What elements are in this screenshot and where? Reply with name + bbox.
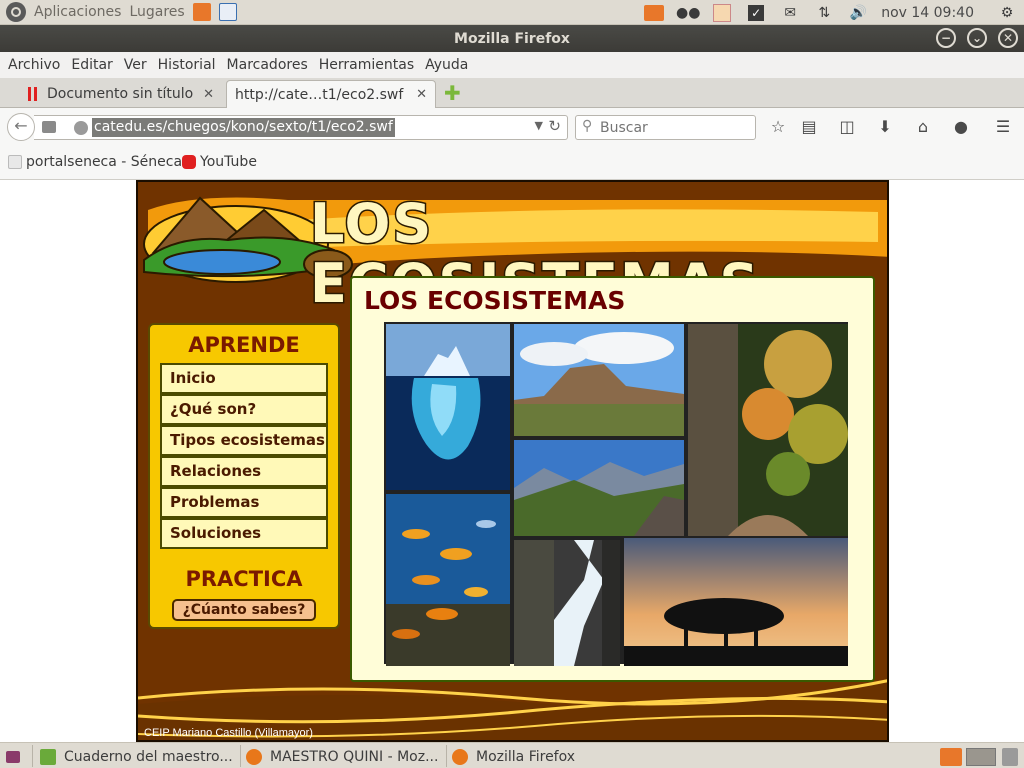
trash-icon[interactable] — [1002, 747, 1018, 767]
taskbar-maestro-quini[interactable]: MAESTRO QUINI - Moz... — [246, 747, 438, 767]
home-icon[interactable]: ⌂ — [913, 117, 933, 137]
tab-documento[interactable]: Documento sin título ✕ — [22, 80, 222, 108]
youtube-logo-icon — [182, 155, 196, 169]
ubuntu-logo-icon[interactable] — [6, 2, 26, 22]
bookmark-label: portalseneca - Séneca — [26, 154, 183, 170]
search-box[interactable]: ⚲ — [575, 115, 756, 140]
menu-historial[interactable]: Historial — [158, 57, 216, 73]
navigation-panel: APRENDE Inicio ¿Qué son? Tipos ecosistem… — [148, 323, 340, 629]
taskbar: Cuaderno del maestro... MAESTRO QUINI - … — [0, 742, 1024, 768]
mail-tray-icon[interactable]: ✉ — [779, 4, 801, 22]
aprende-heading: APRENDE — [188, 333, 300, 357]
bookmark-star-icon[interactable]: ☆ — [768, 117, 788, 137]
close-window-icon[interactable]: ✕ — [998, 28, 1018, 48]
power-gear-icon[interactable]: ⚙ — [996, 4, 1018, 22]
bookmark-label: YouTube — [200, 154, 257, 170]
taskbar-cuaderno[interactable]: Cuaderno del maestro... — [40, 747, 233, 767]
volume-tray-icon[interactable]: 🔊 — [847, 4, 869, 22]
menu-marcadores[interactable]: Marcadores — [227, 57, 308, 73]
search-icon: ⚲ — [582, 118, 593, 134]
menu-ver[interactable]: Ver — [124, 57, 147, 73]
close-tab-icon[interactable]: ✕ — [416, 87, 427, 102]
clock[interactable]: nov 14 09:40 — [881, 5, 974, 21]
firefox-menubar: Archivo Editar Ver Historial Marcadores … — [0, 52, 1024, 78]
clipboard-tray-icon[interactable] — [711, 3, 733, 22]
task-label: MAESTRO QUINI - Moz... — [270, 749, 439, 765]
savanna-sunset-photo — [624, 538, 848, 666]
photo-collage — [384, 322, 848, 666]
forest-photo — [688, 324, 848, 536]
places-menu[interactable]: Lugares — [129, 4, 184, 20]
waterfall-photo — [514, 540, 620, 666]
new-tab-plus-icon[interactable]: ✚ — [444, 83, 461, 103]
page-title: LOS ECOSISTEMAS — [364, 286, 626, 315]
firefox-icon — [452, 749, 468, 765]
search-input[interactable] — [600, 118, 750, 137]
maximize-icon[interactable]: ⌄ — [967, 28, 987, 48]
tab-groups-icon[interactable] — [42, 121, 56, 133]
taskbar-mozilla-firefox[interactable]: Mozilla Firefox — [452, 747, 575, 767]
main-panel: LOS ECOSISTEMAS — [350, 276, 875, 682]
files-tray-icon[interactable] — [643, 4, 665, 22]
task-label: Mozilla Firefox — [476, 749, 576, 765]
window-title: Mozilla Firefox — [454, 30, 570, 47]
tab-label: Documento sin título — [47, 86, 194, 102]
spreadsheet-icon — [40, 749, 56, 765]
url-bar[interactable]: catedu.es/chuegos/kono/sexto/t1/eco2.swf… — [34, 115, 568, 140]
practica-heading: PRACTICA — [185, 567, 303, 591]
downloads-arrow-icon[interactable]: ⬇ — [875, 117, 895, 137]
menu-item-tipos[interactable]: Tipos ecosistemas — [160, 425, 328, 456]
flash-content[interactable]: LOS ECOSISTEMAS APRENDE Inicio ¿Qué son?… — [136, 180, 889, 742]
network-tray-icon[interactable]: ⇅ — [813, 4, 835, 22]
iceberg-photo — [386, 324, 510, 490]
chat-bubble-icon[interactable]: ● — [951, 117, 971, 137]
menu-item-que-son[interactable]: ¿Qué son? — [160, 394, 328, 425]
files-folder-icon[interactable] — [940, 747, 962, 767]
checkbox-tray-icon[interactable]: ✓ — [745, 4, 767, 22]
pause-icon — [28, 87, 37, 101]
workspace-switcher-icon[interactable] — [966, 747, 996, 767]
menu-editar[interactable]: Editar — [71, 57, 112, 73]
folder-launcher-icon[interactable] — [192, 3, 211, 21]
minimize-icon[interactable]: − — [936, 28, 956, 48]
hamburger-menu-icon[interactable]: ☰ — [993, 117, 1013, 137]
menu-ayuda[interactable]: Ayuda — [425, 57, 468, 73]
top-panel: Aplicaciones Lugares ●● ✓ ✉ ⇅ 🔊 nov 14 0… — [0, 0, 1024, 25]
menu-herramientas[interactable]: Herramientas — [319, 57, 414, 73]
document-launcher-icon[interactable] — [218, 3, 237, 21]
quiz-button[interactable]: ¿Cúanto sabes? — [172, 599, 316, 621]
menu-item-problemas[interactable]: Problemas — [160, 487, 328, 518]
close-tab-icon[interactable]: ✕ — [203, 87, 214, 102]
menu-item-soluciones[interactable]: Soluciones — [160, 518, 328, 549]
applications-menu[interactable]: Aplicaciones — [34, 4, 121, 20]
tab-eco2[interactable]: http://cate…t1/eco2.swf ✕ — [226, 80, 436, 108]
pocket-icon[interactable]: ◫ — [837, 117, 857, 137]
site-identity-globe-icon[interactable] — [74, 121, 88, 135]
footer-credit: CEIP Mariano Castillo (Villamayor) — [144, 727, 313, 739]
menu-archivo[interactable]: Archivo — [8, 57, 60, 73]
history-dropdown-icon[interactable]: ▼ — [535, 119, 543, 132]
firefox-icon — [246, 749, 262, 765]
tab-bar: Documento sin título ✕ http://cate…t1/ec… — [0, 78, 1024, 108]
bookmarks-toolbar: portalseneca - Séneca YouTube — [0, 146, 1024, 180]
users-tray-icon[interactable]: ●● — [676, 4, 700, 22]
task-label: Cuaderno del maestro... — [64, 749, 233, 765]
page-favicon-icon — [8, 155, 22, 169]
menu-item-inicio[interactable]: Inicio — [160, 363, 328, 394]
nav-bar: catedu.es/chuegos/kono/sexto/t1/eco2.swf… — [0, 108, 1024, 146]
url-text[interactable]: catedu.es/chuegos/kono/sexto/t1/eco2.swf — [92, 118, 395, 137]
tab-label: http://cate…t1/eco2.swf — [235, 86, 404, 103]
window-titlebar: Mozilla Firefox − ⌄ ✕ — [0, 25, 1024, 52]
rocky-hill-photo — [514, 324, 684, 436]
bookmark-portalseneca[interactable]: portalseneca - Séneca — [8, 154, 182, 170]
back-arrow-icon[interactable]: ← — [7, 113, 35, 141]
bookmark-youtube[interactable]: YouTube — [182, 154, 257, 170]
menu-item-relaciones[interactable]: Relaciones — [160, 456, 328, 487]
show-desktop-icon[interactable] — [6, 747, 20, 767]
coral-reef-photo — [386, 494, 510, 666]
reload-icon[interactable]: ↻ — [548, 117, 561, 135]
reading-list-icon[interactable]: ▤ — [799, 117, 819, 137]
mountain-valley-photo — [514, 440, 684, 536]
